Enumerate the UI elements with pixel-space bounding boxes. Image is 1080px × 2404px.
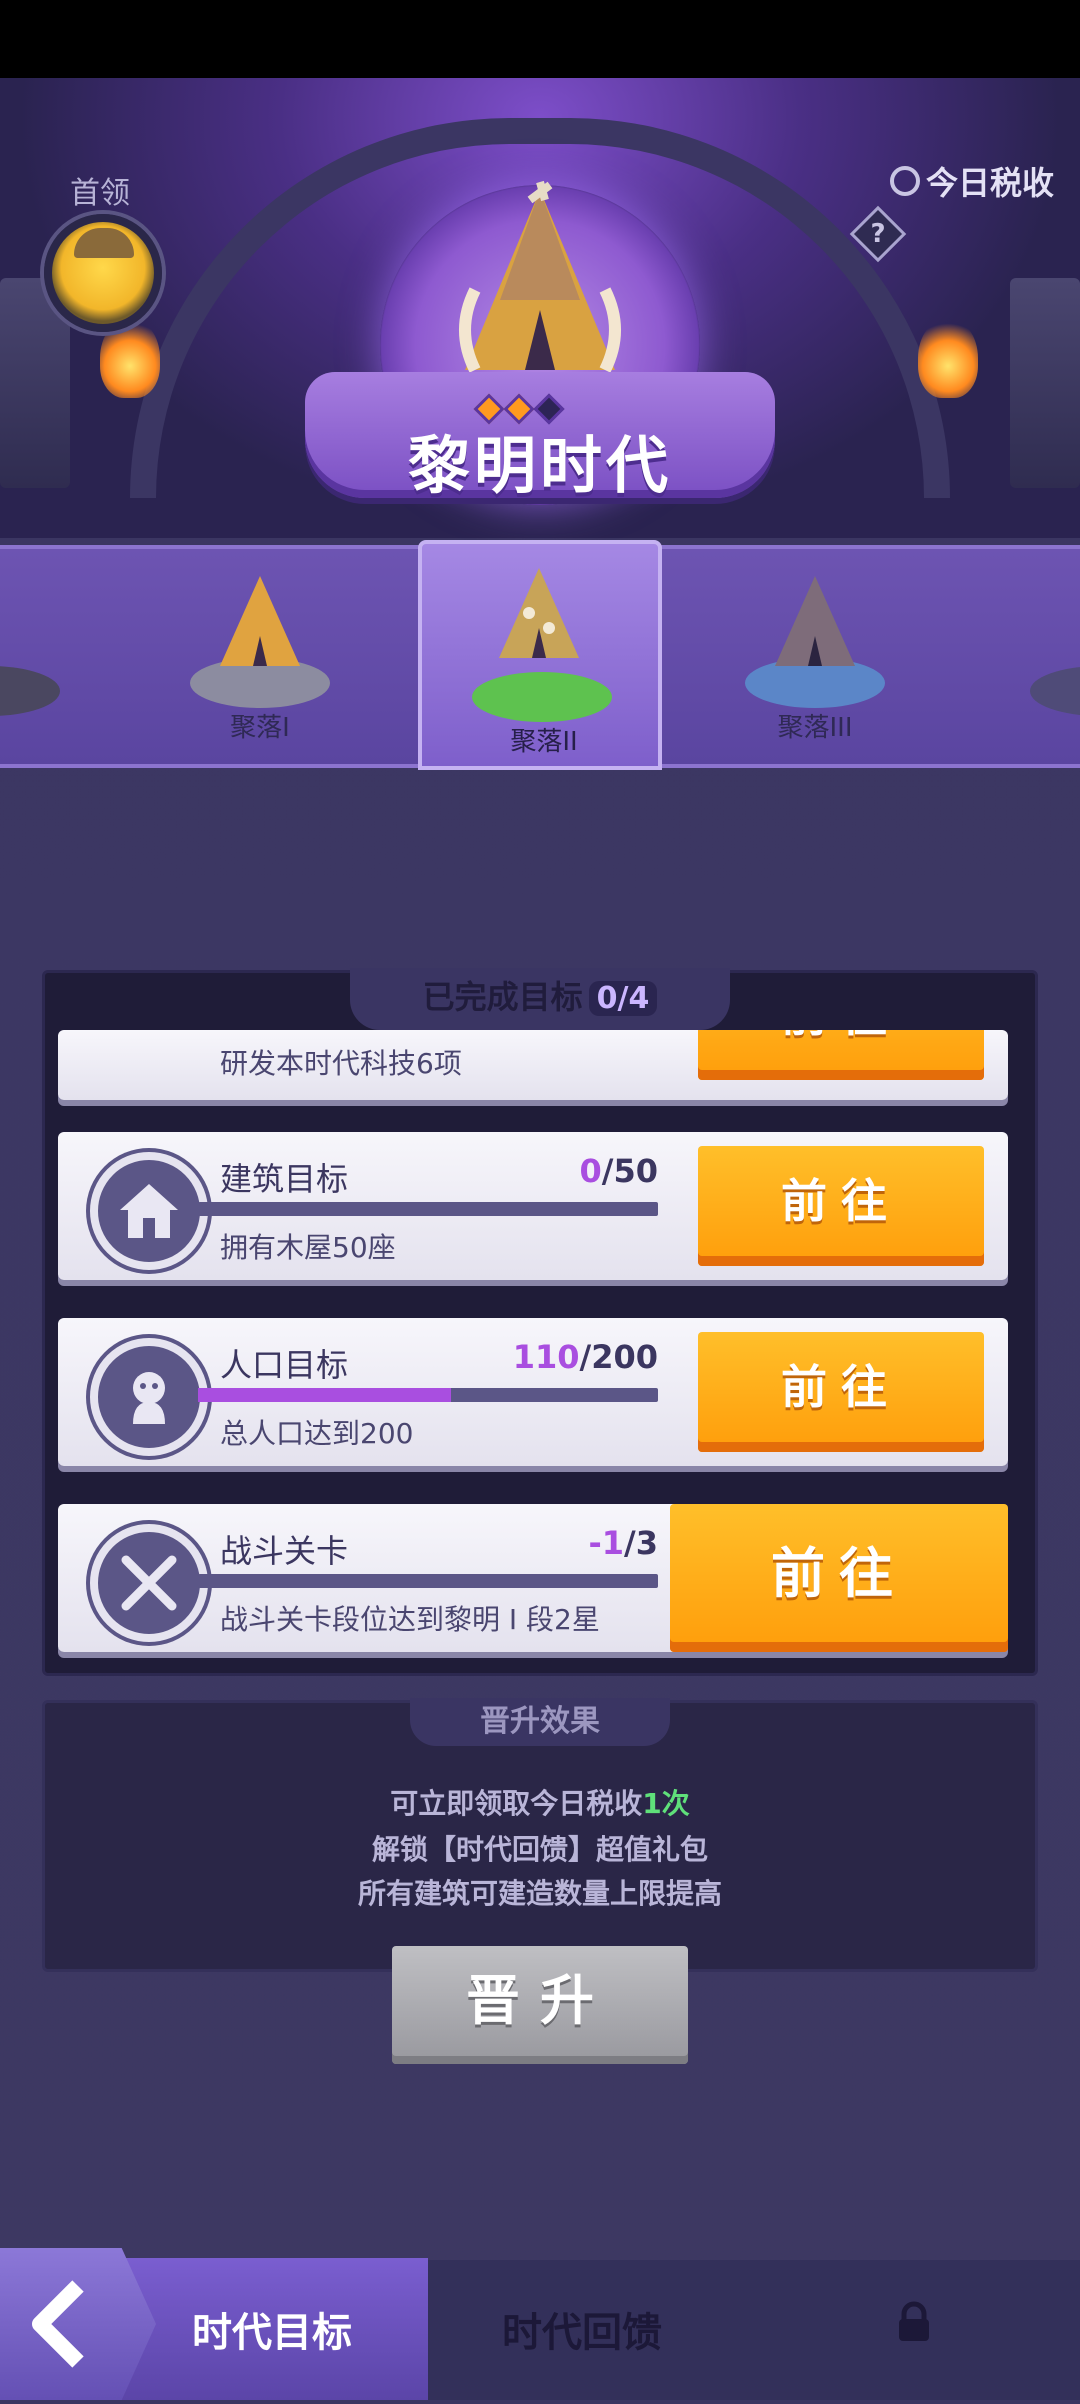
stage-next[interactable] xyxy=(1000,560,1080,760)
stage-label: 聚落I xyxy=(230,713,290,743)
tent-hut-icon xyxy=(220,576,300,666)
goal-progress: -1/3 xyxy=(588,1524,659,1562)
goal-progress-bar xyxy=(198,1202,658,1216)
status-bar xyxy=(0,0,1080,78)
help-icon: ? xyxy=(870,219,886,249)
lock-icon[interactable] xyxy=(892,2300,936,2344)
goal-card-population: 人口目标 110/200 总人口达到200 前往 xyxy=(58,1318,1008,1466)
chevron-left-icon xyxy=(32,2280,84,2368)
stage-settlement-2[interactable]: 聚落II xyxy=(418,540,662,770)
goal-card-tech: 研发本时代科技6项 前往 xyxy=(58,1030,1008,1100)
effects-title: 晋升效果 xyxy=(480,1704,600,1739)
crossed-swords-icon xyxy=(90,1524,208,1642)
goal-progress: 110/200 xyxy=(512,1338,658,1376)
goal-card-battle: 战斗关卡 -1/3 战斗关卡段位达到黎明 I 段2星 前往 xyxy=(58,1504,1008,1652)
goal-progress-bar xyxy=(198,1574,658,1588)
goal-progress-bar xyxy=(198,1388,658,1402)
stage-label: 聚落III xyxy=(777,713,853,743)
goal-description: 研发本时代科技6项 xyxy=(220,1047,462,1080)
go-button[interactable]: 前往 xyxy=(670,1504,1008,1652)
era-title: 黎明时代 xyxy=(407,429,672,502)
daily-tax-label: 今日税收 xyxy=(926,164,1055,202)
daily-tax-button[interactable]: 今日税收 xyxy=(890,158,1054,204)
go-button[interactable]: 前往 xyxy=(698,1030,984,1080)
goal-description: 战斗关卡段位达到黎明 I 段2星 xyxy=(220,1603,600,1636)
stage-settlement-3[interactable]: 聚落III xyxy=(715,552,915,752)
stage-label: 聚落II xyxy=(510,727,578,757)
stage-previous[interactable] xyxy=(0,560,90,760)
tab-era-rewards[interactable]: 时代回馈 xyxy=(502,2300,662,2358)
torch-right-icon xyxy=(918,318,978,398)
person-icon xyxy=(90,1338,208,1456)
stage-settlement-1[interactable]: 聚落I xyxy=(160,552,360,752)
goal-progress: 0/50 xyxy=(579,1152,658,1190)
tent-hut-icon xyxy=(459,180,621,373)
effect-line-tax: 可立即领取今日税收1次 xyxy=(390,1787,690,1820)
chief-label: 首领 xyxy=(70,176,130,211)
goal-name: 建筑目标 xyxy=(220,1160,349,1198)
money-bag-icon xyxy=(890,166,920,196)
tab-era-goals-label: 时代目标 xyxy=(192,2310,352,2356)
pillar-right xyxy=(1010,278,1080,488)
goal-description: 总人口达到200 xyxy=(220,1417,414,1450)
tent-hut-icon xyxy=(775,576,855,666)
promote-button[interactable]: 晋升 xyxy=(392,1946,688,2064)
goals-title: 已完成目标 0/4 xyxy=(350,972,730,1018)
goals-count-badge: 0/4 xyxy=(588,981,658,1016)
goal-name: 战斗关卡 xyxy=(220,1532,349,1570)
tent-hut-icon xyxy=(499,568,579,658)
effect-line-gift: 解锁【时代回馈】超值礼包 xyxy=(371,1833,708,1866)
goal-name: 人口目标 xyxy=(220,1346,349,1384)
goal-card-building: 建筑目标 0/50 拥有木屋50座 前往 xyxy=(58,1132,1008,1280)
effect-line-building-limit: 所有建筑可建造数量上限提高 xyxy=(357,1877,722,1910)
avatar[interactable] xyxy=(44,214,162,332)
house-icon xyxy=(90,1152,208,1270)
go-button[interactable]: 前往 xyxy=(698,1146,984,1266)
go-button[interactable]: 前往 xyxy=(698,1332,984,1452)
goal-description: 拥有木屋50座 xyxy=(220,1231,396,1264)
